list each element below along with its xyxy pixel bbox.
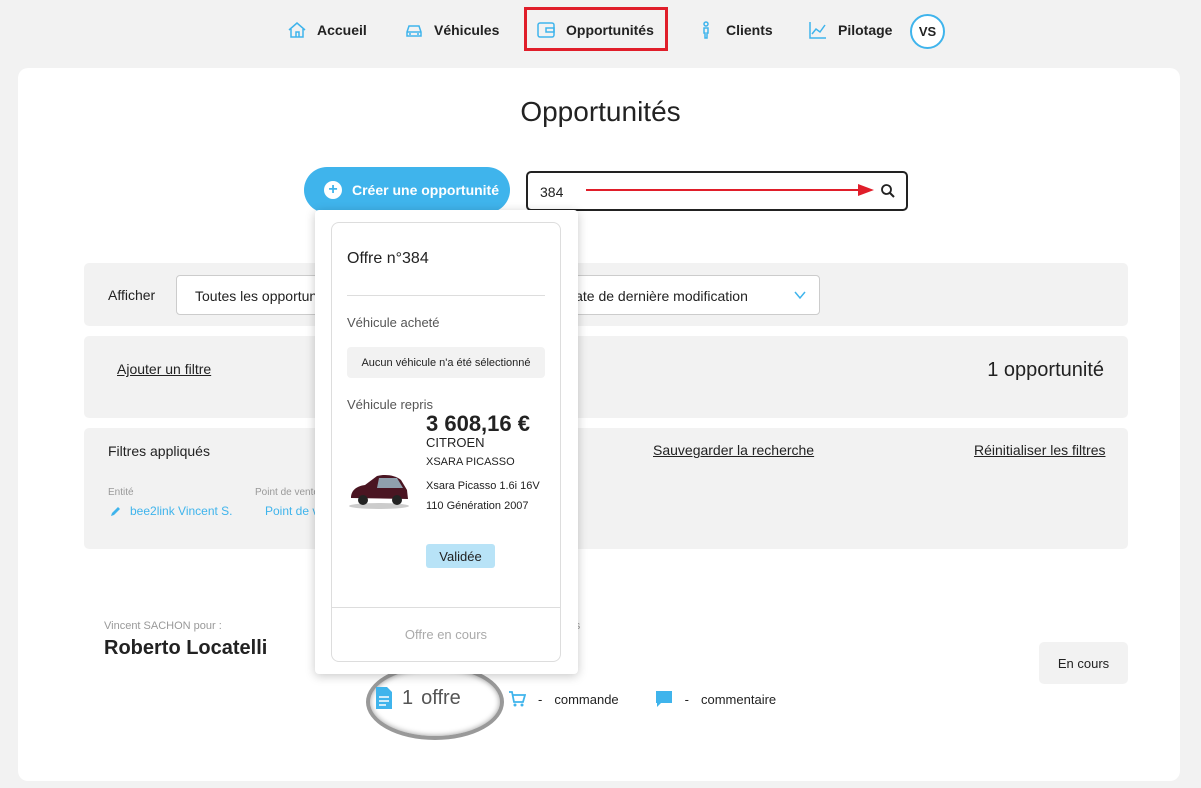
pdv-label: Point de vente (255, 487, 315, 498)
cart-icon (509, 691, 526, 707)
add-filter-bar (84, 336, 1128, 418)
offer-count: 1 (402, 686, 414, 709)
opportunity-count: 1 opportunité (987, 359, 1104, 381)
entity-filter[interactable]: bee2link Vincent S. (110, 504, 233, 518)
search-icon[interactable] (880, 183, 896, 199)
page-title: Opportunités (520, 96, 681, 127)
vehicle-brand: CITROEN (426, 435, 485, 450)
nav-label: Véhicules (434, 22, 500, 38)
active-tab-highlight (524, 7, 668, 51)
vehicle-model: XSARA PICASSO (426, 456, 515, 468)
pdv-value: Point de vente (265, 504, 315, 518)
reset-filters-link[interactable]: Réinitialiser les filtres (974, 442, 1105, 458)
offer-status-footer: Offre en cours (404, 627, 488, 642)
top-nav: Accueil Véhicules Opportunités Clients P… (0, 0, 1201, 60)
create-opportunity-label: Créer une opportunité (352, 182, 500, 198)
divider (331, 607, 561, 608)
applied-filters-title: Filtres appliqués (108, 443, 210, 459)
opportunity-meta-row: - commande - commentaire (508, 690, 776, 708)
entity-value: bee2link Vincent S. (130, 504, 233, 518)
nav-label: Clients (726, 22, 773, 38)
bought-vehicle-label: Véhicule acheté (347, 315, 440, 330)
plus-icon: + (324, 181, 342, 199)
chevron-down-icon (794, 291, 806, 300)
comment-icon (655, 691, 672, 707)
dash: - (684, 691, 689, 707)
divider (347, 295, 545, 296)
nav-item-clients[interactable]: Clients (696, 14, 773, 46)
no-vehicle-message: Aucun véhicule n'a été sélectionné (347, 347, 545, 378)
commande-label: commande (554, 691, 619, 707)
status-badge-validated: Validée (426, 544, 495, 568)
trade-in-price: 3 608,16 € (426, 411, 530, 436)
applied-filters-bar (84, 428, 1128, 549)
client-name[interactable]: Roberto Locatelli (104, 637, 267, 660)
document-icon (376, 687, 392, 709)
nav-item-accueil[interactable]: Accueil (287, 14, 367, 46)
offer-count-group[interactable]: 1 offre (374, 686, 461, 710)
by-line: Vincent SACHON pour : (104, 620, 222, 632)
vehicle-description: Xsara Picasso 1.6i 16V 110 Génération 20… (426, 480, 540, 512)
nav-label: Pilotage (838, 22, 893, 38)
afficher-label: Afficher (108, 287, 156, 303)
display-select[interactable]: Toutes les opportunités (176, 275, 336, 315)
trade-in-label: Véhicule repris (347, 397, 433, 412)
sort-select-value: Date de dernière modification (565, 288, 748, 304)
create-opportunity-button[interactable]: + Créer une opportunité (304, 167, 510, 213)
home-icon (288, 22, 306, 38)
nav-label: Accueil (317, 22, 367, 38)
offer-label: offre (421, 686, 461, 709)
avatar[interactable]: VS (910, 14, 945, 49)
person-icon (703, 21, 709, 39)
sort-select[interactable]: Date de dernière modification (540, 275, 820, 315)
save-search-link[interactable]: Sauvegarder la recherche (653, 442, 814, 458)
pencil-icon (111, 507, 120, 516)
chart-line-icon (809, 22, 826, 39)
pdv-filter[interactable]: Point de vente (257, 504, 315, 518)
entity-label: Entité (108, 487, 134, 498)
car-thumbnail (349, 475, 409, 509)
nav-item-vehicules[interactable]: Véhicules (404, 14, 499, 46)
car-icon (406, 25, 422, 37)
add-filter-link[interactable]: Ajouter un filtre (117, 361, 211, 377)
annotation-arrow-icon (586, 184, 874, 196)
nav-item-pilotage[interactable]: Pilotage (808, 14, 892, 46)
commentaire-label: commentaire (701, 691, 777, 707)
status-badge: En cours (1039, 642, 1128, 684)
offer-title: Offre n°384 (347, 250, 429, 267)
dash: - (538, 691, 543, 707)
